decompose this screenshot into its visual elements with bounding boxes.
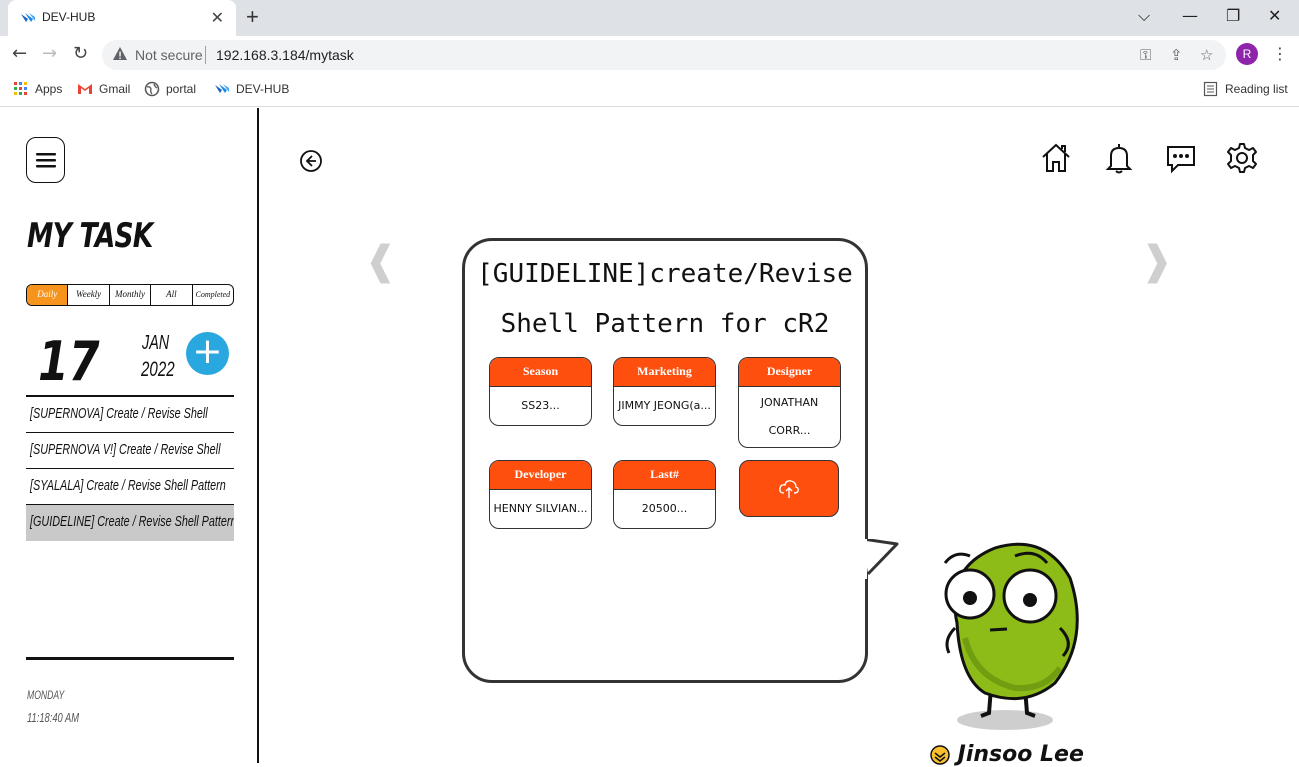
globe-icon bbox=[144, 81, 160, 97]
share-icon[interactable]: ⇪ bbox=[1170, 46, 1183, 64]
back-circle-icon[interactable] bbox=[299, 149, 323, 173]
bookmark-label: DEV-HUB bbox=[236, 82, 290, 96]
hamburger-icon bbox=[35, 153, 56, 168]
bookmarks-bar: Apps Gmail portal DEV-HUB Reading list bbox=[0, 74, 1299, 107]
bookmark-apps[interactable]: Apps bbox=[13, 81, 62, 97]
filter-weekly[interactable]: Weekly bbox=[68, 285, 110, 305]
user-badge-icon bbox=[930, 745, 950, 765]
task-list: [SUPERNOVA] Create / Revise Shell [SUPER… bbox=[26, 395, 234, 541]
field-value: JONATHAN CORR... bbox=[760, 396, 819, 437]
address-separator bbox=[205, 46, 206, 64]
sidebar: MY TASK Daily Weekly Monthly All Complet… bbox=[0, 108, 259, 763]
bookmark-devhub[interactable]: DEV-HUB bbox=[214, 81, 289, 97]
task-label: [SUPERNOVA V!] Create / Revise Shell bbox=[30, 441, 221, 458]
tab-close-icon[interactable]: ✕ bbox=[211, 8, 224, 27]
add-task-button[interactable]: + bbox=[186, 332, 229, 375]
tab-search-chevron-icon[interactable]: ⌵ bbox=[1138, 6, 1150, 26]
warning-icon bbox=[113, 47, 127, 60]
reading-list-label: Reading list bbox=[1225, 82, 1288, 96]
user-name: Jinsoo Lee bbox=[930, 742, 1084, 767]
bookmark-label: Gmail bbox=[99, 82, 131, 96]
task-item-selected[interactable]: [GUIDELINE] Create / Revise Shell Patter… bbox=[26, 505, 234, 541]
app-root: MY TASK Daily Weekly Monthly All Complet… bbox=[0, 108, 1299, 767]
current-weekday: MONDAY bbox=[27, 688, 65, 702]
upload-button[interactable] bbox=[739, 460, 839, 517]
url-text[interactable]: 192.168.3.184/mytask bbox=[216, 47, 354, 63]
prev-task-arrow[interactable]: ❰ bbox=[364, 238, 398, 284]
field-value: 20500... bbox=[641, 502, 688, 515]
current-time: 11:18:40 AM bbox=[27, 710, 80, 725]
task-label: [GUIDELINE] Create / Revise Shell Patter… bbox=[30, 513, 234, 530]
new-tab-button[interactable]: + bbox=[246, 4, 259, 30]
browser-menu-icon[interactable]: ⋮ bbox=[1272, 44, 1288, 63]
browser-toolbar: ← → ↻ Not secure 192.168.3.184/mytask ⚿ … bbox=[0, 36, 1299, 74]
address-bar[interactable]: Not secure 192.168.3.184/mytask ⚿ ⇪ ☆ bbox=[102, 40, 1226, 70]
bookmark-portal[interactable]: portal bbox=[144, 81, 196, 97]
reading-list-button[interactable]: Reading list bbox=[1203, 81, 1288, 97]
field-card-developer[interactable]: Developer HENNY SILVIAN... bbox=[489, 460, 592, 529]
browser-tabbar: DEV-HUB ✕ + ⌵ — ❐ ✕ bbox=[0, 0, 1299, 36]
home-icon[interactable] bbox=[1039, 141, 1073, 175]
bell-icon[interactable] bbox=[1102, 141, 1136, 175]
date-day: 17 bbox=[38, 330, 100, 393]
chat-icon[interactable] bbox=[1164, 141, 1198, 175]
date-year: 2022 bbox=[141, 358, 175, 381]
user-name-text: Jinsoo Lee bbox=[957, 742, 1084, 767]
field-value: JIMMY JEONG(a... bbox=[618, 399, 711, 412]
devhub-favicon-icon bbox=[21, 13, 35, 22]
next-task-arrow[interactable]: ❱ bbox=[1140, 238, 1174, 284]
devhub-icon bbox=[215, 84, 229, 93]
field-label: Season bbox=[490, 358, 591, 387]
security-label: Not secure bbox=[135, 47, 203, 63]
profile-avatar[interactable]: R bbox=[1236, 43, 1258, 65]
task-label: [SUPERNOVA] Create / Revise Shell bbox=[30, 405, 208, 422]
menu-button[interactable] bbox=[26, 137, 65, 183]
task-item[interactable]: [SUPERNOVA] Create / Revise Shell bbox=[26, 397, 234, 433]
gmail-icon bbox=[78, 84, 92, 94]
task-item[interactable]: [SUPERNOVA V!] Create / Revise Shell bbox=[26, 433, 234, 469]
bookmark-label: portal bbox=[166, 82, 197, 96]
field-card-last[interactable]: Last# 20500... bbox=[613, 460, 716, 529]
page-title: MY TASK bbox=[27, 216, 153, 256]
filter-monthly[interactable]: Monthly bbox=[110, 285, 152, 305]
task-title-line1: [GUIDELINE]create/Revise bbox=[477, 259, 853, 289]
task-title: [GUIDELINE]create/Revise Shell Pattern f… bbox=[465, 249, 865, 349]
key-icon[interactable]: ⚿ bbox=[1140, 46, 1151, 64]
field-card-season[interactable]: Season SS23... bbox=[489, 357, 592, 426]
minimize-icon[interactable]: — bbox=[1182, 6, 1198, 25]
field-label: Designer bbox=[739, 358, 840, 387]
forward-arrow-icon[interactable]: → bbox=[42, 43, 57, 64]
cloud-upload-icon bbox=[779, 480, 799, 498]
apps-grid-icon bbox=[14, 82, 27, 95]
date-month: JAN bbox=[142, 332, 170, 354]
task-title-line2: Shell Pattern for cR2 bbox=[500, 309, 830, 339]
period-filter: Daily Weekly Monthly All Completed bbox=[26, 284, 234, 306]
reading-list-icon bbox=[1203, 81, 1218, 97]
mascot-character bbox=[943, 542, 1079, 730]
field-value: SS23... bbox=[521, 399, 560, 412]
field-label: Developer bbox=[490, 461, 591, 490]
bookmark-gmail[interactable]: Gmail bbox=[77, 81, 130, 97]
field-value: HENNY SILVIAN... bbox=[493, 502, 588, 515]
star-icon[interactable]: ☆ bbox=[1200, 46, 1213, 64]
filter-all[interactable]: All bbox=[151, 285, 193, 305]
task-label: [SYALALA] Create / Revise Shell Pattern bbox=[30, 477, 226, 494]
filter-daily[interactable]: Daily bbox=[27, 285, 69, 305]
field-label: Marketing bbox=[614, 358, 715, 387]
reload-icon[interactable]: ↻ bbox=[73, 43, 88, 64]
field-card-marketing[interactable]: Marketing JIMMY JEONG(a... bbox=[613, 357, 716, 426]
settings-gear-icon[interactable] bbox=[1225, 141, 1259, 175]
sidebar-divider bbox=[26, 657, 234, 660]
back-arrow-icon[interactable]: ← bbox=[12, 43, 27, 64]
browser-tab[interactable]: DEV-HUB ✕ bbox=[8, 0, 236, 36]
filter-completed[interactable]: Completed bbox=[193, 285, 233, 305]
task-item[interactable]: [SYALALA] Create / Revise Shell Pattern bbox=[26, 469, 234, 505]
field-card-designer[interactable]: Designer JONATHAN CORR... bbox=[738, 357, 841, 448]
tab-title: DEV-HUB bbox=[42, 10, 96, 24]
field-label: Last# bbox=[614, 461, 715, 490]
bubble-tail bbox=[863, 539, 899, 579]
restore-icon[interactable]: ❐ bbox=[1226, 6, 1240, 25]
bookmark-label: Apps bbox=[35, 82, 63, 96]
window-close-icon[interactable]: ✕ bbox=[1268, 6, 1281, 25]
